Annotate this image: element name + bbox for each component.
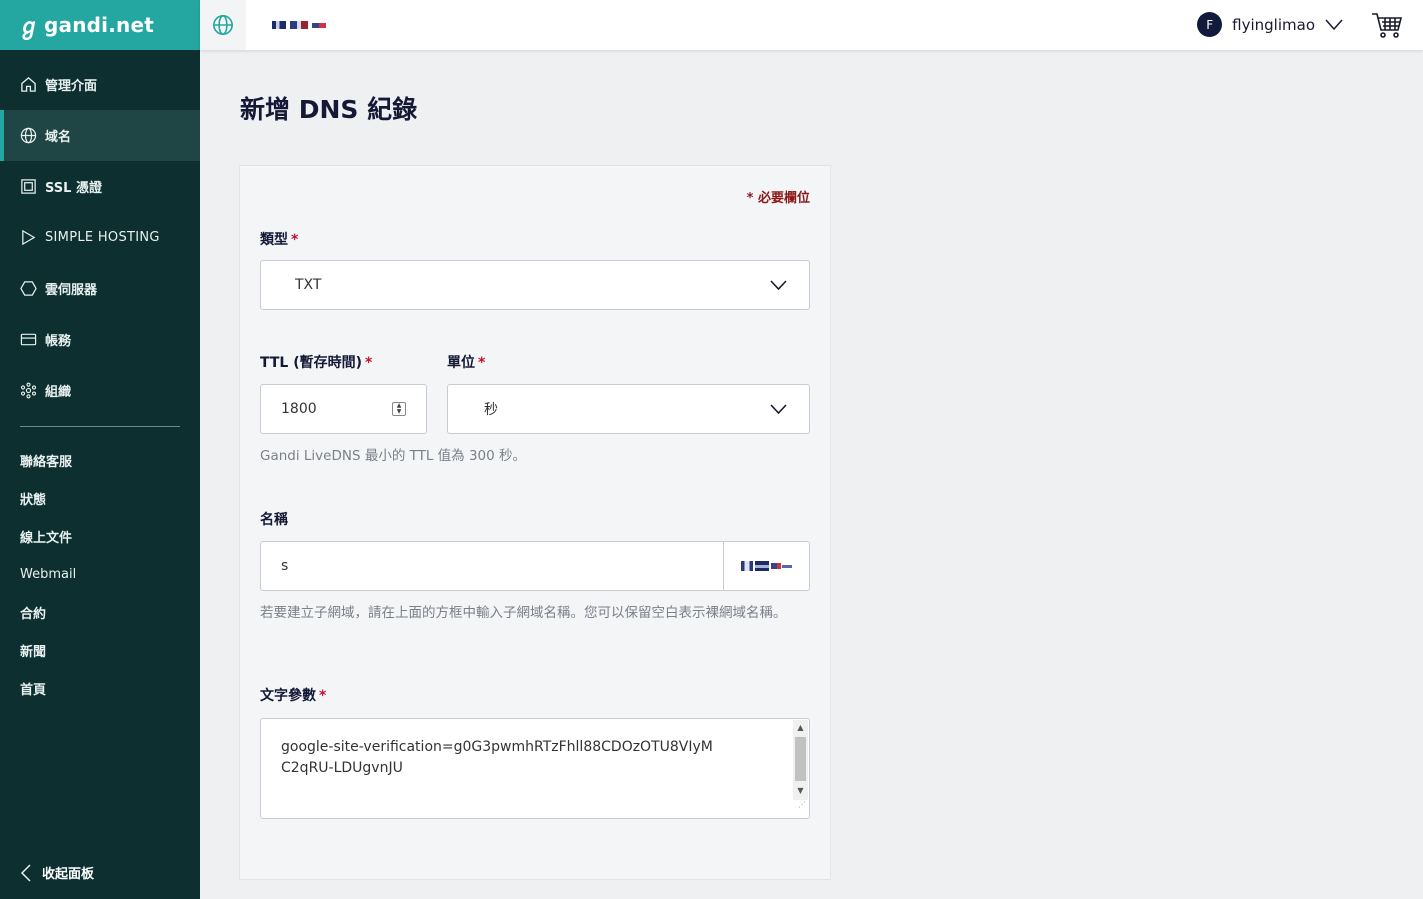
ttl-stepper[interactable]: ▲ ▼ (392, 402, 406, 416)
organization-icon (19, 382, 37, 400)
gandi-logo-icon: ℊ (18, 15, 41, 40)
chevron-left-icon (20, 863, 31, 882)
sidebar-item-simple-hosting[interactable]: SIMPLE HOSTING (0, 212, 200, 263)
sidebar-links: 聯絡客服 狀態 線上文件 Webmail 合約 新聞 首頁 (0, 441, 200, 707)
link-status[interactable]: 狀態 (0, 479, 200, 517)
logo[interactable]: ℊ gandi.net (0, 0, 200, 50)
hexagon-icon (19, 280, 37, 298)
unit-select[interactable]: 秒 (447, 384, 810, 434)
stepper-down-icon: ▼ (396, 408, 402, 415)
cart-button[interactable] (1371, 11, 1403, 43)
avatar: F (1197, 12, 1223, 37)
user-menu[interactable]: F flyinglimao (1197, 12, 1343, 37)
chevron-down-icon (770, 404, 787, 414)
name-input-value: s (281, 558, 289, 574)
link-home[interactable]: 首頁 (0, 669, 200, 707)
link-webmail[interactable]: Webmail (0, 555, 200, 593)
unit-label: 單位 * (447, 355, 486, 371)
globe-icon (213, 15, 233, 35)
certificate-icon (19, 178, 37, 196)
ttl-input-value: 1800 (281, 401, 317, 417)
chevron-down-icon (770, 280, 787, 290)
main-nav: 管理介面 域名 SSL 憑證 SIMPLE HOSTING 雲伺服器 帳務 組織 (0, 50, 200, 416)
home-icon (19, 76, 37, 94)
sidebar-item-dashboard[interactable]: 管理介面 (0, 59, 200, 110)
text-value-textarea[interactable]: google-site-verification=g0G3pwmhRTzFhll… (260, 718, 810, 819)
ttl-help-text: Gandi LiveDNS 最小的 TTL 值為 300 秒。 (260, 448, 527, 464)
type-select[interactable]: TXT (260, 260, 810, 310)
username: flyinglimao (1232, 15, 1315, 34)
shopping-cart-icon (1372, 13, 1403, 38)
name-help-text: 若要建立子網域，請在上面的方框中輸入子網域名稱。您可以保留空白表示裸網域名稱。 (260, 605, 787, 621)
brand-name: gandi.net (44, 13, 154, 37)
domain-breadcrumb-redacted[interactable] (272, 21, 326, 29)
sidebar-item-billing[interactable]: 帳務 (0, 314, 200, 365)
ttl-input[interactable]: 1800 ▲ ▼ (260, 384, 427, 434)
play-icon (19, 229, 37, 247)
link-contracts[interactable]: 合約 (0, 593, 200, 631)
link-news[interactable]: 新聞 (0, 631, 200, 669)
collapse-panel-button[interactable]: 收起面板 (20, 863, 94, 882)
required-fields-note: * 必要欄位 (746, 191, 810, 206)
resize-handle-icon[interactable]: ⋰ (798, 794, 806, 815)
unit-select-value: 秒 (484, 402, 498, 418)
type-select-value: TXT (295, 277, 322, 293)
sidebar-item-organization[interactable]: 組織 (0, 365, 200, 416)
chevron-down-icon (1325, 19, 1343, 30)
scroll-thumb[interactable] (795, 737, 806, 781)
name-label: 名稱 (260, 512, 288, 528)
sidebar-divider (20, 426, 180, 427)
name-input[interactable]: s (260, 541, 810, 591)
textarea-scrollbar[interactable]: ▲ ▼ (793, 720, 808, 800)
top-header: F flyinglimao (200, 0, 1423, 50)
credit-card-icon (19, 331, 37, 349)
sidebar-item-domains[interactable]: 域名 (0, 110, 200, 161)
type-label: 類型 * (260, 232, 299, 248)
sidebar-item-ssl[interactable]: SSL 憑證 (0, 161, 200, 212)
domain-suffix-redacted (723, 542, 809, 590)
sidebar: ℊ gandi.net 管理介面 域名 SSL 憑證 SIMPLE HOSTIN… (0, 0, 200, 899)
sidebar-item-cloud[interactable]: 雲伺服器 (0, 263, 200, 314)
domain-globe-button[interactable] (200, 0, 246, 50)
collapse-label: 收起面板 (42, 867, 95, 882)
dns-record-form: * 必要欄位 類型 * TXT TTL (暫存時間) * 1800 ▲ ▼ 單位 * 秒… (239, 165, 831, 880)
link-docs[interactable]: 線上文件 (0, 517, 200, 555)
scroll-up-icon[interactable]: ▲ (793, 720, 808, 735)
ttl-label: TTL (暫存時間) * (260, 355, 373, 371)
page-title: 新增 DNS 紀錄 (240, 95, 418, 124)
text-value-content: google-site-verification=g0G3pwmhRTzFhll… (281, 739, 713, 776)
globe-icon (19, 127, 37, 145)
text-value-label: 文字參數 * (260, 688, 327, 704)
link-support[interactable]: 聯絡客服 (0, 441, 200, 479)
